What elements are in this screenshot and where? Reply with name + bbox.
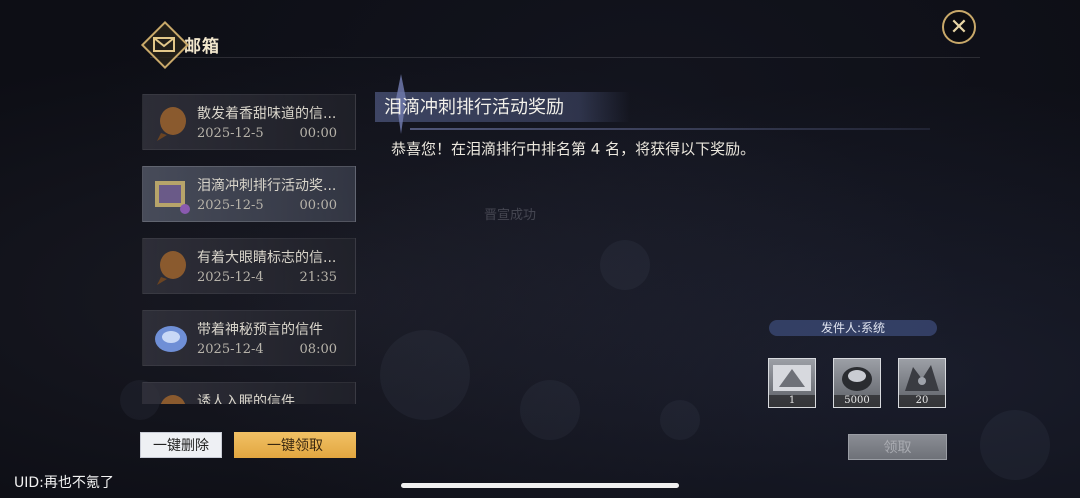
mail-time: 21:35 [299, 270, 337, 285]
coin-icon [842, 367, 872, 391]
faded-background-text: 晋宣成功 [484, 208, 537, 223]
mail-date: 2025-12-4 [197, 342, 264, 357]
mail-date: 2025-12-5 [197, 198, 264, 213]
mail-time: 00:00 [299, 126, 337, 141]
reward-count: 1 [769, 395, 815, 407]
mail-date: 2025-12-4 [197, 270, 264, 285]
shell-icon [151, 247, 191, 287]
mail-item[interactable]: 诱人入眠的信件 [142, 382, 356, 404]
mail-item[interactable]: 带着神秘预言的信件 2025-12-4 08:00 [142, 310, 356, 366]
reward-item[interactable]: 5000 [833, 358, 881, 408]
page-title: 邮箱 [184, 36, 220, 57]
reward-count: 5000 [834, 395, 880, 407]
mailbox-icon [140, 20, 190, 70]
mail-date: 2025-12-5 [197, 126, 264, 141]
mail-time: 00:00 [299, 198, 337, 213]
collect-all-button[interactable]: 一键领取 [234, 432, 356, 458]
mail-title: 带着神秘预言的信件 [197, 322, 323, 338]
mail-title: 诱人入眠的信件 [197, 394, 295, 404]
mail-title: 有着大眼睛标志的信... [197, 250, 337, 266]
delete-all-button[interactable]: 一键删除 [140, 432, 222, 458]
ticket-icon [773, 365, 811, 391]
home-indicator[interactable] [401, 483, 679, 488]
claim-button[interactable]: 领取 [848, 434, 947, 460]
shell-icon [151, 391, 191, 404]
creature-icon [905, 365, 939, 391]
crystal-icon [151, 319, 191, 359]
mail-time: 08:00 [299, 342, 337, 357]
mail-body-text: 恭喜您！在泪滴排行中排名第 4 名，将获得以下奖励。 [391, 140, 756, 158]
shell-icon [151, 103, 191, 143]
reward-count: 20 [899, 395, 945, 407]
mail-title: 散发着香甜味道的信... [197, 106, 337, 122]
reward-item[interactable]: 1 [768, 358, 816, 408]
uid-label: UID:再也不氪了 [14, 475, 114, 491]
close-button[interactable]: ✕ [942, 10, 976, 44]
mail-list[interactable]: 散发着香甜味道的信... 2025-12-5 00:00 泪滴冲刺排行活动奖..… [142, 94, 356, 404]
mail-title: 泪滴冲刺排行活动奖... [197, 178, 337, 194]
title-divider [410, 128, 930, 130]
header-divider [150, 57, 980, 58]
gift-icon [151, 175, 191, 215]
sender-label: 发件人:系统 [769, 320, 937, 336]
mail-item[interactable]: 有着大眼睛标志的信... 2025-12-4 21:35 [142, 238, 356, 294]
reward-item[interactable]: 20 [898, 358, 946, 408]
mail-detail-title: 泪滴冲刺排行活动奖励 [384, 97, 564, 118]
close-icon: ✕ [949, 14, 969, 40]
mail-item[interactable]: 散发着香甜味道的信... 2025-12-5 00:00 [142, 94, 356, 150]
mail-item[interactable]: 泪滴冲刺排行活动奖... 2025-12-5 00:00 [142, 166, 356, 222]
header-title-group: 邮箱 [140, 20, 220, 70]
